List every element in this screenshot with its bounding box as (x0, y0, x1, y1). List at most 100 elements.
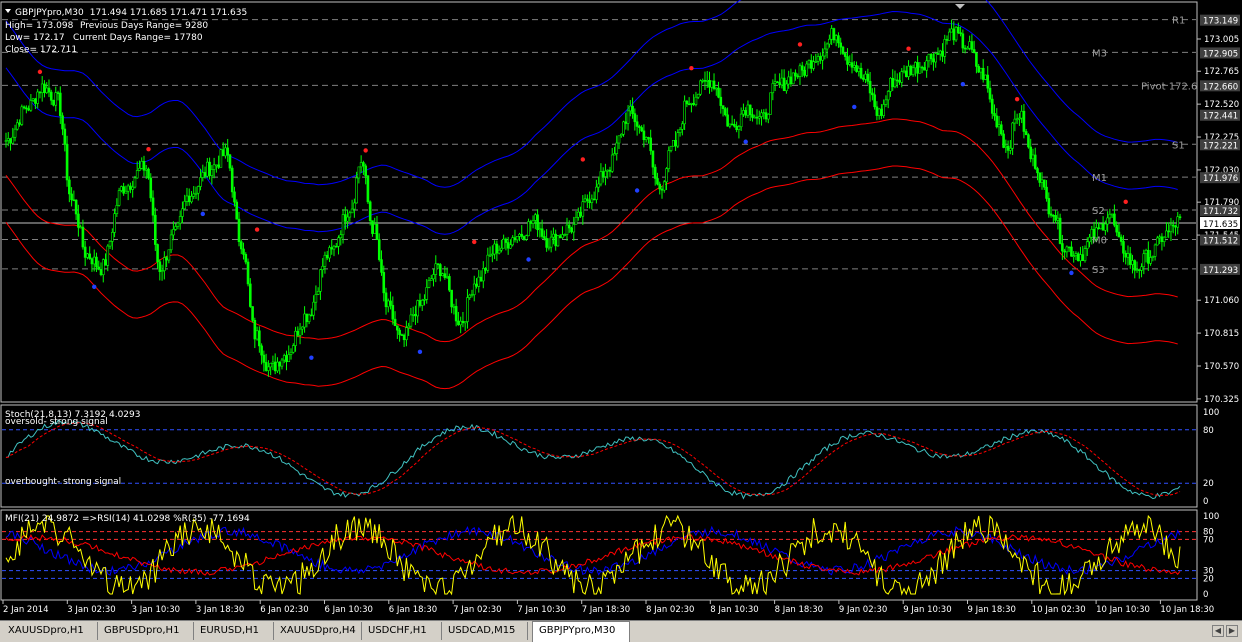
candle-body (502, 238, 505, 249)
candle-body (461, 320, 465, 324)
close-label: Close= 172.711 (5, 45, 77, 55)
candle-body (1106, 217, 1109, 225)
candle-body (1101, 223, 1105, 231)
candle-body (597, 183, 600, 188)
candle-body (995, 115, 999, 128)
candle-body (513, 237, 517, 241)
fractal-dot (743, 139, 748, 144)
candle-body (753, 116, 757, 119)
candle-body (215, 164, 218, 167)
candle-body (230, 167, 234, 193)
candle-body (968, 41, 971, 49)
candle-body (866, 73, 870, 82)
candle-body (1119, 236, 1123, 242)
candle-body (846, 56, 849, 65)
candle-body (685, 100, 689, 105)
chart-tab[interactable]: GBPJPYpro,M30 (532, 621, 630, 642)
candle-body (748, 104, 752, 116)
candle-body (414, 313, 417, 317)
candle-body (488, 254, 492, 257)
candle-body (746, 104, 750, 116)
pivot-label: Pivot 172.6 (1141, 81, 1197, 92)
candle-body (1167, 230, 1170, 233)
candle-body (1128, 253, 1132, 265)
candle-body (588, 200, 591, 204)
candle-body (1108, 213, 1112, 219)
candle-body (902, 70, 906, 73)
candle-body (816, 56, 820, 62)
candle-body (133, 177, 137, 188)
candle-body (273, 361, 277, 372)
candle-body (463, 321, 467, 324)
candle-body (126, 185, 130, 192)
candle-body (285, 355, 288, 363)
fractal-dot (472, 239, 477, 245)
candle-body (595, 186, 598, 200)
chart-tab[interactable]: USDCHF,H1 (362, 622, 442, 640)
candle-body (952, 28, 956, 41)
scroll-left-icon[interactable]: ◀ (1212, 625, 1224, 637)
overbought-label: overbought- strong signal (5, 477, 121, 487)
candle-body (626, 110, 630, 124)
candle-body (120, 186, 123, 191)
chart-tab[interactable]: XAUUSDpro,H1 (2, 622, 98, 640)
candle-body (868, 81, 872, 94)
candle-body (375, 224, 379, 240)
candle-body (1020, 110, 1023, 119)
candle-body (217, 164, 220, 168)
candle-body (169, 234, 173, 251)
candle-body (1144, 249, 1148, 255)
candle-body (396, 325, 399, 331)
candle-body (176, 222, 180, 227)
candle-body (676, 132, 680, 147)
candle-body (92, 256, 96, 265)
candle-body (1174, 225, 1177, 228)
stoch-tick: 80 (1203, 426, 1214, 436)
candle-body (1040, 179, 1044, 183)
candle-body (258, 330, 261, 347)
candle-body (454, 306, 458, 322)
chart-tab[interactable]: GBPUSDpro,H1 (98, 622, 194, 640)
candle-body (787, 76, 790, 85)
candle-body (36, 91, 39, 104)
candle-body (864, 73, 867, 80)
candle-body (972, 49, 976, 54)
chart-tab[interactable]: XAUUSDpro,H4 (274, 622, 362, 640)
candle-body (1142, 253, 1146, 268)
level-price-text: 172.660 (1203, 82, 1238, 92)
candle-body (427, 280, 431, 288)
time-tick: 9 Jan 10:30 (903, 605, 951, 615)
candle-body (1133, 260, 1137, 271)
candle-body (457, 320, 460, 326)
candle-body (432, 274, 435, 280)
chart-tab[interactable]: USDCAD,M15 (442, 622, 528, 640)
candle-body (43, 83, 46, 93)
candle-body (1018, 117, 1021, 120)
candle-body (979, 67, 983, 73)
candle-body (38, 91, 42, 94)
candle-body (9, 138, 12, 144)
candle-body (1058, 217, 1062, 244)
candle-body (34, 98, 37, 104)
candle-body (31, 98, 35, 101)
scroll-right-icon[interactable]: ▶ (1226, 625, 1238, 637)
candle-body (475, 283, 478, 287)
candle-body (391, 305, 395, 320)
candle-body (74, 199, 78, 215)
candle-body (823, 48, 827, 57)
low-label: Low= 172.17 (5, 33, 65, 43)
candle-body (771, 83, 775, 94)
candle-body (828, 38, 831, 45)
candle-body (839, 42, 842, 48)
candle-body (886, 91, 890, 101)
candle-body (153, 214, 157, 245)
chart-tab[interactable]: EURUSD,H1 (194, 622, 274, 640)
candle-body (314, 294, 318, 303)
candle-body (647, 137, 650, 139)
time-tick: 10 Jan 02:30 (1032, 605, 1086, 615)
candle-body (411, 313, 415, 316)
candle-body (1110, 213, 1114, 216)
candle-body (1140, 266, 1143, 271)
candle-body (755, 116, 759, 119)
candle-body (291, 345, 295, 353)
